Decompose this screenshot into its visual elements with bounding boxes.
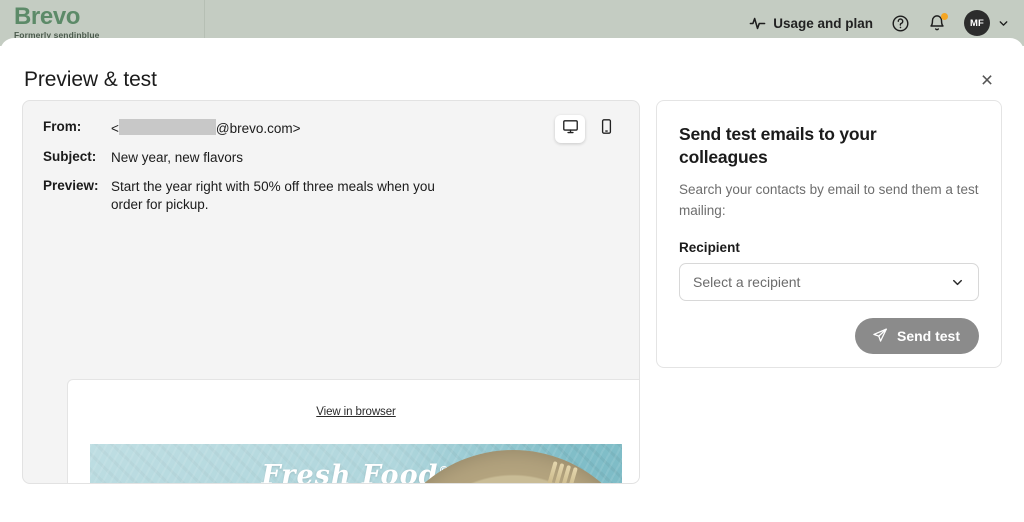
brand-name: Brevo (14, 3, 81, 30)
view-in-browser-link[interactable]: View in browser (316, 406, 396, 418)
usage-and-plan-button[interactable]: Usage and plan (749, 15, 873, 32)
email-preheader: View in browser (68, 380, 639, 444)
bell-icon[interactable] (928, 13, 948, 32)
send-test-actions: Send test (679, 318, 979, 354)
send-test-card: Send test emails to your colleagues Sear… (656, 100, 1002, 368)
device-preview-toggle (555, 115, 621, 143)
user-menu[interactable]: MF (964, 10, 1010, 36)
help-circle-icon[interactable] (891, 14, 910, 33)
send-test-title: Send test emails to your colleagues (679, 124, 877, 167)
mobile-preview-button[interactable] (591, 115, 621, 143)
from-prefix: < (111, 121, 119, 136)
app-root: Brevo Formerly sendinblue Usage and plan (0, 0, 1024, 522)
chevron-down-icon (997, 17, 1010, 30)
from-value: < @brevo.com> (111, 119, 301, 138)
activity-pulse-icon (749, 15, 766, 32)
send-test-button-label: Send test (896, 328, 960, 344)
redacted-sender (118, 119, 216, 135)
page-title: Preview & test (24, 68, 157, 91)
recipient-select-value: Select a recipient (693, 274, 801, 290)
subject-label: Subject: (43, 149, 97, 164)
recipient-select[interactable]: Select a recipient (679, 263, 979, 301)
send-test-description: Search your contacts by email to send th… (679, 182, 979, 218)
notification-badge-dot (941, 13, 948, 20)
subject-value: New year, new flavors (111, 150, 244, 165)
modal-header: Preview & test × (0, 38, 1024, 100)
preview-and-test-modal: Preview & test × From: < @brevo.com> Subj… (0, 38, 1024, 522)
top-bar-actions: Usage and plan MF (749, 10, 1024, 36)
desktop-monitor-icon (562, 118, 579, 140)
from-label: From: (43, 119, 82, 134)
email-brand-name: Fresh Food (261, 460, 439, 484)
rendered-email-frame: View in browser Fresh Food© (67, 379, 640, 484)
mobile-phone-icon (598, 118, 615, 140)
preview-text-row: Preview: Start the year right with 50% o… (43, 178, 619, 214)
from-row: From: < @brevo.com> (43, 119, 619, 138)
preview-text-label: Preview: (43, 178, 99, 193)
send-test-button[interactable]: Send test (854, 318, 979, 354)
usage-and-plan-label: Usage and plan (773, 15, 873, 31)
subject-row: Subject: New year, new flavors (43, 149, 619, 167)
recipient-label: Recipient (679, 240, 740, 255)
modal-body: From: < @brevo.com> Subject: New year, ne… (0, 100, 1024, 484)
from-domain: @brevo.com> (215, 121, 301, 136)
avatar: MF (964, 10, 990, 36)
paper-plane-icon (872, 327, 888, 346)
email-preview-card: From: < @brevo.com> Subject: New year, ne… (22, 100, 641, 484)
email-hero-banner: Fresh Food© (90, 444, 622, 484)
desktop-preview-button[interactable] (555, 115, 586, 143)
preview-text-value: Start the year right with 50% off three … (111, 179, 435, 212)
email-brand-logo: Fresh Food© (261, 460, 451, 484)
close-icon[interactable]: × (972, 65, 1002, 95)
chevron-down-icon (950, 275, 965, 290)
